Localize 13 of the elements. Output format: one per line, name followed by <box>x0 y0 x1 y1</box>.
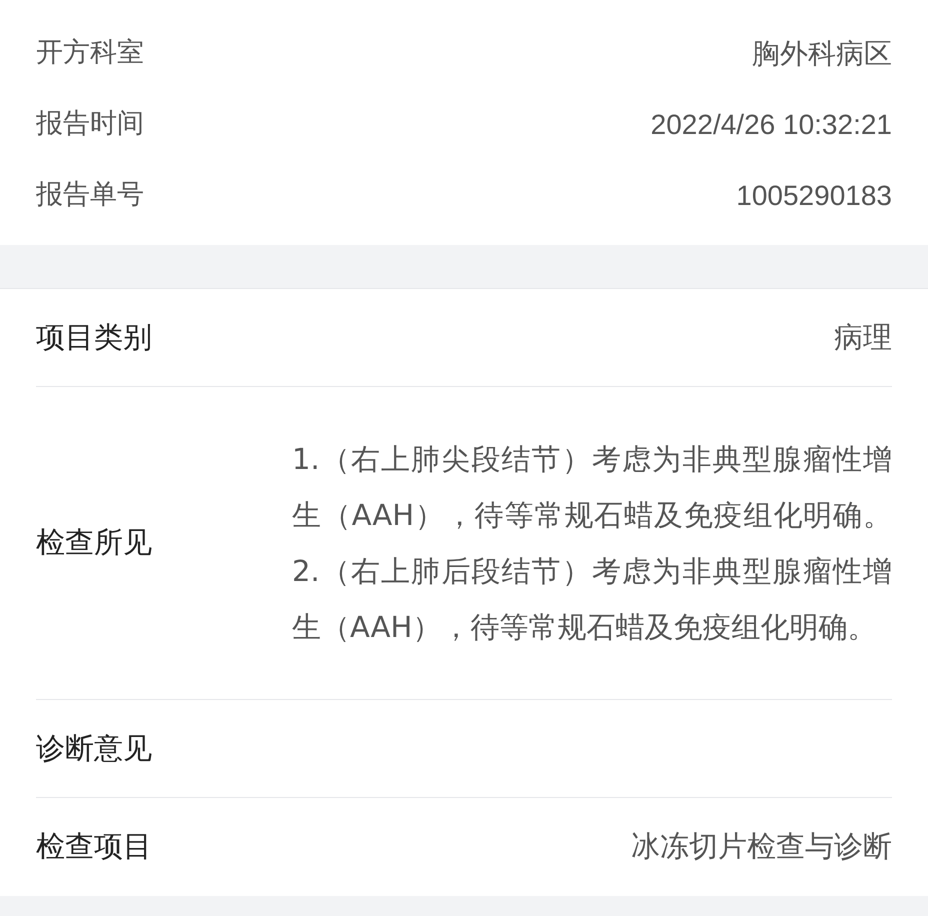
info-label: 报告时间 <box>36 107 144 142</box>
info-label: 报告单号 <box>36 178 144 212</box>
info-value: 1005290183 <box>736 178 892 212</box>
info-value: 2022/4/26 10:32:21 <box>650 108 892 142</box>
info-value: 胸外科病区 <box>752 36 892 70</box>
result-label: 检查项目 <box>36 828 152 866</box>
result-value: 冰冻切片检查与诊断 <box>631 828 892 866</box>
result-label: 项目类别 <box>36 318 152 356</box>
info-label: 开方科室 <box>36 36 144 70</box>
result-value: 病理 <box>834 318 892 356</box>
result-label: 诊断意见 <box>36 730 152 767</box>
result-text: 1.（右上肺尖段结节）考虑为非典型腺瘤性增生（AAH），待等常规石蜡及免疫组化明确。 2.（右上肺后段结节）考虑为非典型腺瘤性增生（AAH），待等常规石蜡及免疫组化明确。 <box>292 441 892 646</box>
result-label: 检查所见 <box>36 524 152 562</box>
